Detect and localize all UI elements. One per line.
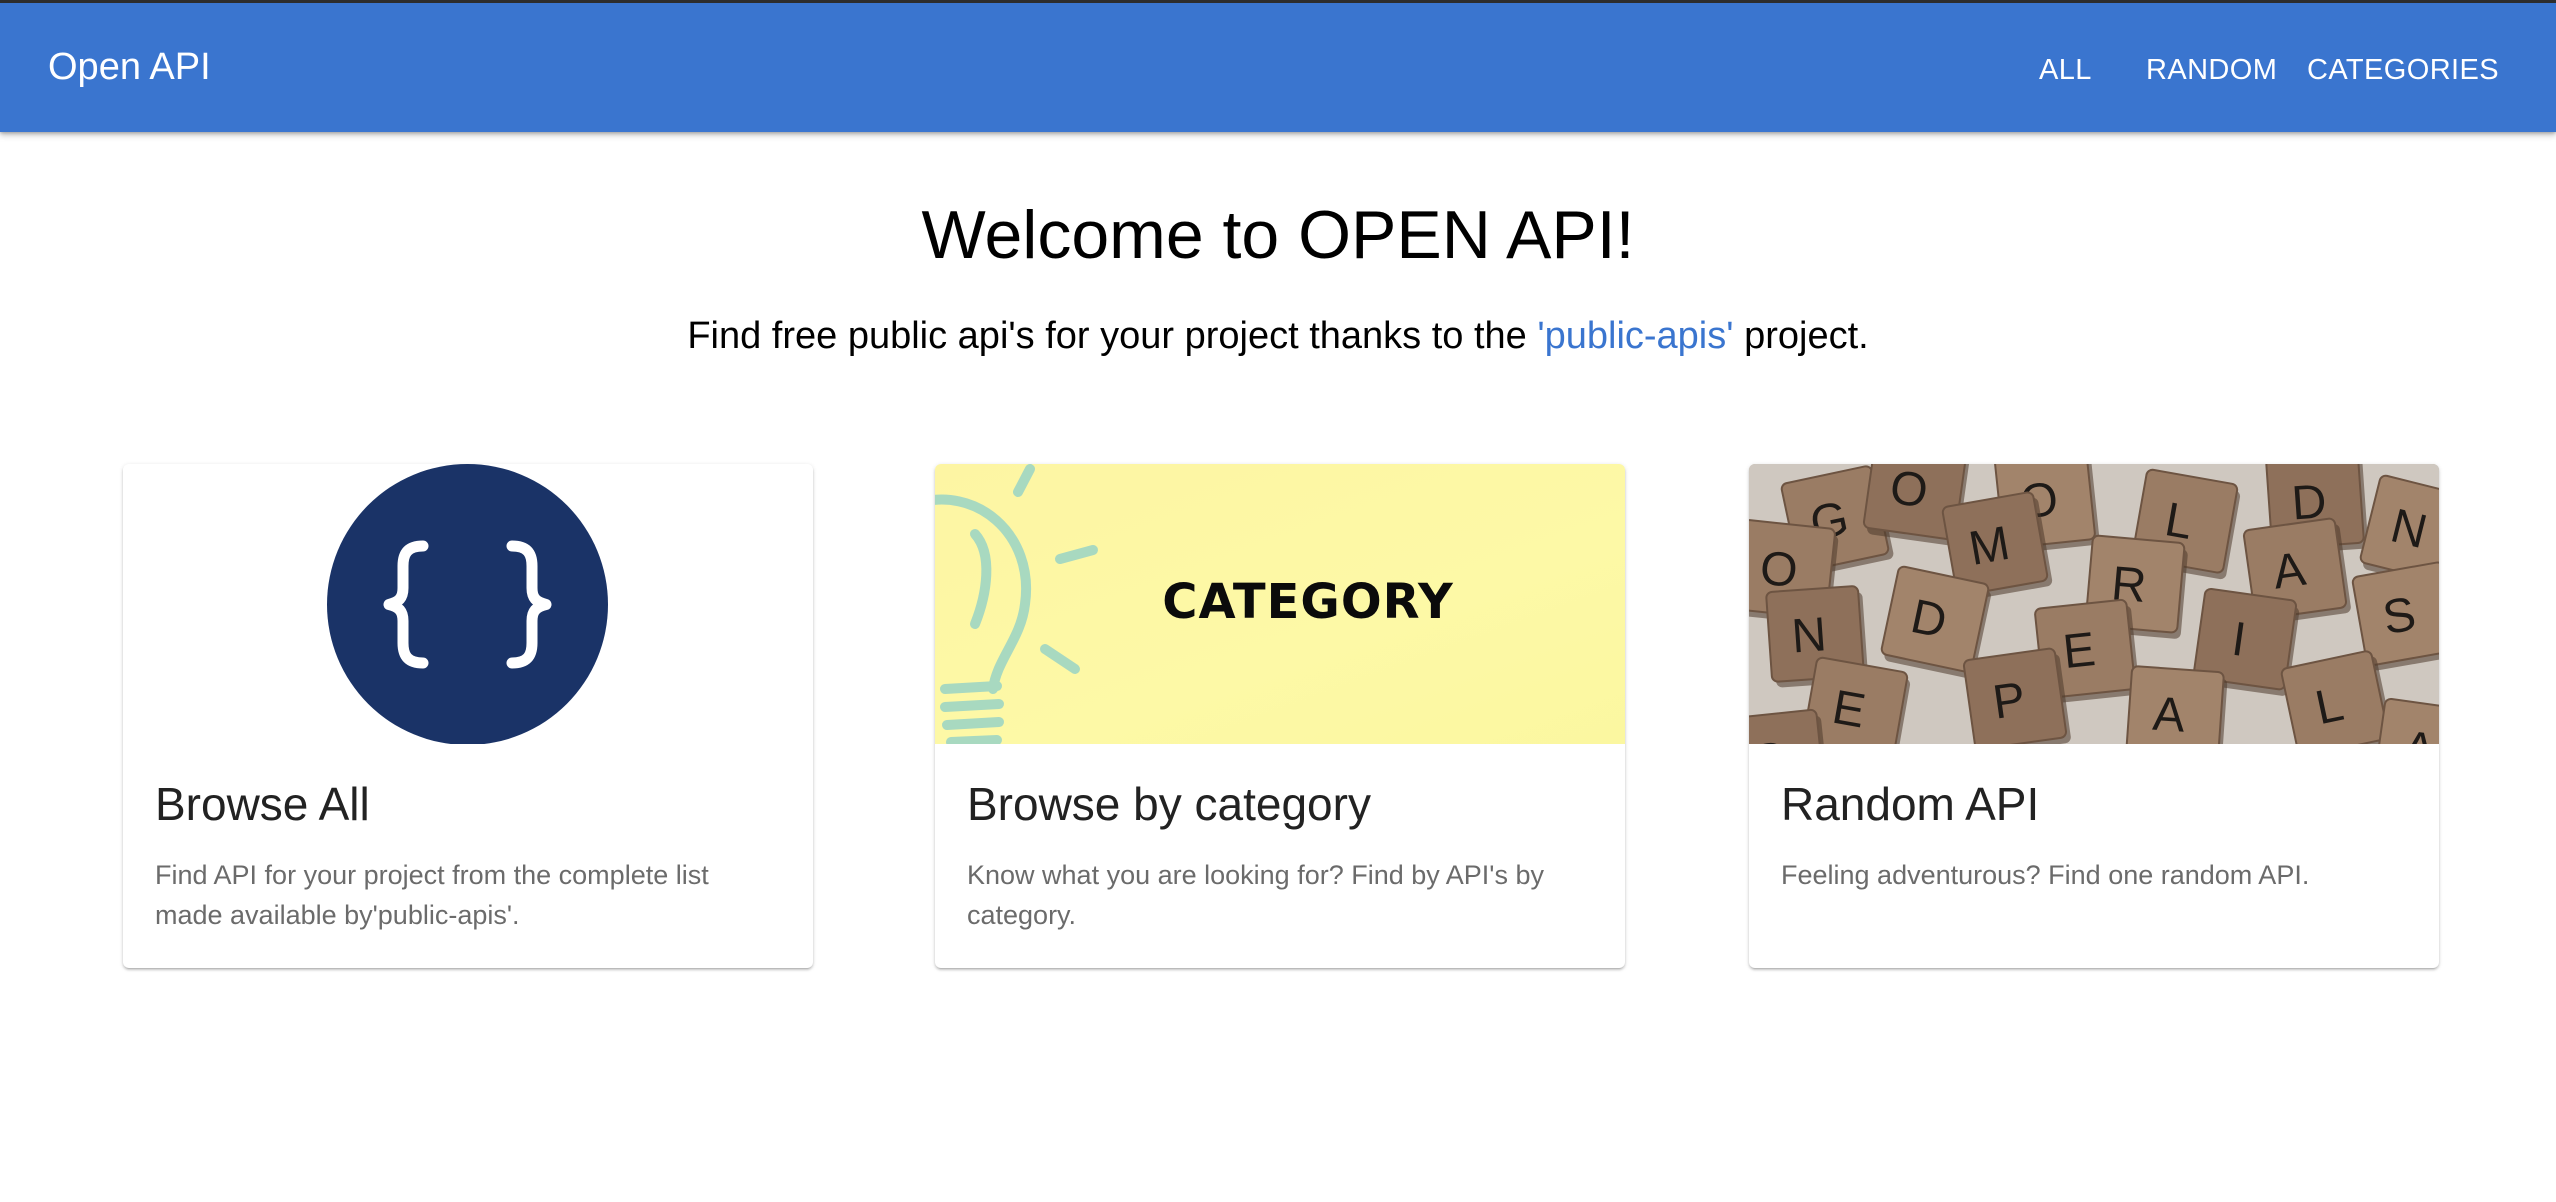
scrabble-tiles-image: GOOLDNOMRANDEISEPALSA — [1749, 464, 2439, 744]
page-subtitle: Find free public api's for your project … — [0, 314, 2556, 358]
random-api-description: Feeling adventurous? Find one random API… — [1781, 860, 2310, 890]
public-apis-link[interactable]: 'public-apis' — [1537, 315, 1733, 357]
page-title: Welcome to OPEN API! — [921, 197, 1635, 273]
svg-text:O: O — [1887, 464, 1931, 519]
random-api-card[interactable]: GOOLDNOMRANDEISEPALSA Random API Feeling… — [1749, 464, 2439, 968]
subtitle-text-before: Find free public api's for your project … — [687, 315, 1538, 357]
category-banner-text: CATEGORY — [1162, 574, 1454, 630]
svg-text:E: E — [2060, 623, 2097, 679]
browse-by-category-title: Browse by category — [967, 778, 1371, 830]
random-api-title: Random API — [1781, 778, 2040, 830]
nav-all-link[interactable]: ALL — [2039, 53, 2092, 87]
browse-all-description: Find API for your project from the compl… — [155, 860, 709, 930]
app-bar: Open API ALL RANDOM CATEGORIES — [0, 0, 2556, 132]
browse-all-title: Browse All — [155, 778, 370, 830]
scrabble-tile: P — [1962, 647, 2071, 744]
browse-all-card[interactable]: Browse All Find API for your project fro… — [123, 464, 813, 968]
browse-by-category-description: Know what you are looking for? Find by A… — [967, 860, 1544, 930]
nav-categories-link[interactable]: CATEGORIES — [2307, 53, 2499, 87]
browse-all-image — [123, 464, 813, 744]
nav-random-link[interactable]: RANDOM — [2146, 53, 2277, 87]
scrabble-tile: A — [2125, 665, 2228, 744]
svg-text:N: N — [1790, 608, 1828, 663]
category-banner-image: CATEGORY — [935, 464, 1625, 744]
curly-braces-icon — [327, 464, 608, 744]
browse-by-category-card[interactable]: CATEGORY Browse by category Know what yo… — [935, 464, 1625, 968]
subtitle-text-after: project. — [1733, 315, 1869, 357]
brand-logo-link[interactable]: Open API — [48, 45, 211, 89]
scrabble-tiles: GOOLDNOMRANDEISEPALSA — [1749, 464, 2439, 744]
svg-text:A: A — [2151, 688, 2187, 743]
